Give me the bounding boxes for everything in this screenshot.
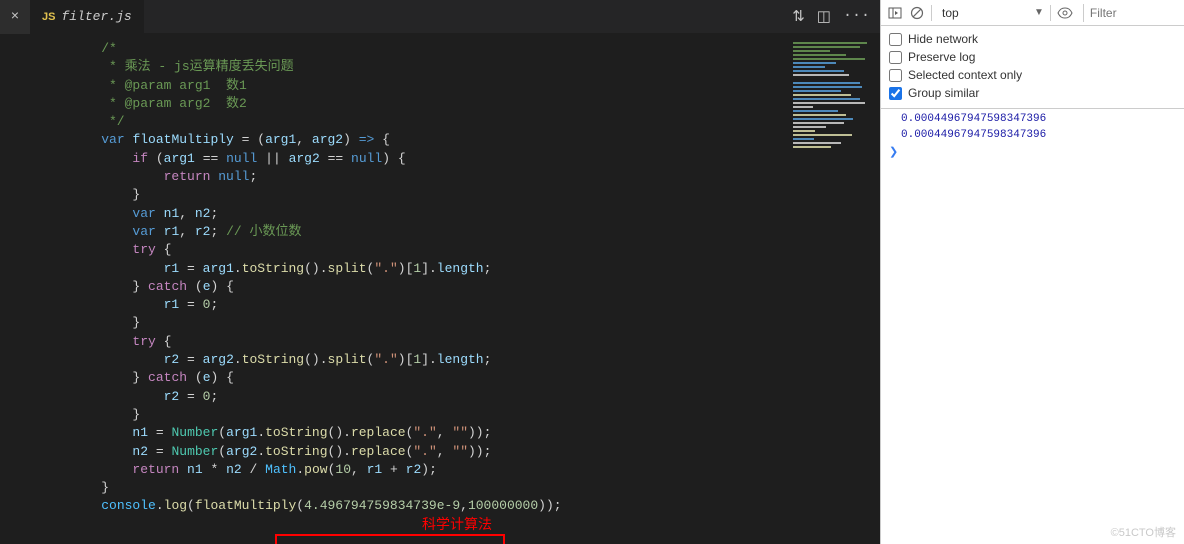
tab-filename: filter.js: [61, 9, 131, 24]
preserve-log-checkbox[interactable]: Preserve log: [885, 48, 1184, 66]
console-output: 0.00044967947598347396: [881, 111, 1184, 127]
live-expression-icon[interactable]: [1057, 5, 1073, 21]
tab-filter-js[interactable]: JS filter.js: [30, 0, 144, 34]
tab-close-button[interactable]: ×: [0, 0, 30, 34]
toggle-sidebar-icon[interactable]: [887, 5, 903, 21]
js-file-icon: JS: [42, 11, 55, 23]
code-editor-panel: × JS filter.js ⇅ ◫ ··· /* * 乘法 - js运算精度丢…: [0, 0, 880, 544]
editor-tab-bar: × JS filter.js ⇅ ◫ ···: [0, 0, 880, 34]
watermark: ©51CTO博客: [1111, 524, 1176, 540]
checkbox-input[interactable]: [889, 33, 902, 46]
checkbox-input[interactable]: [889, 51, 902, 64]
devtools-console-panel: top ▼ Hide network Preserve log Selected…: [880, 0, 1184, 544]
checkbox-input[interactable]: [889, 87, 902, 100]
clear-console-icon[interactable]: [909, 5, 925, 21]
console-log-area[interactable]: 0.00044967947598347396 0.000449679475983…: [881, 109, 1184, 544]
close-icon: ×: [11, 9, 19, 25]
checkbox-label: Group similar: [908, 86, 979, 100]
console-prompt[interactable]: ❯: [881, 143, 1184, 160]
checkbox-label: Selected context only: [908, 68, 1022, 82]
code-content[interactable]: /* * 乘法 - js运算精度丢失问题 * @param arg1 数1 * …: [0, 34, 785, 544]
split-editor-icon[interactable]: ◫: [817, 7, 831, 26]
console-settings: Hide network Preserve log Selected conte…: [881, 26, 1184, 109]
more-actions-icon[interactable]: ···: [843, 7, 870, 26]
group-similar-checkbox[interactable]: Group similar: [885, 84, 1184, 102]
selected-context-only-checkbox[interactable]: Selected context only: [885, 66, 1184, 84]
filter-input[interactable]: [1083, 4, 1184, 22]
checkbox-input[interactable]: [889, 69, 902, 82]
hide-network-checkbox[interactable]: Hide network: [885, 30, 1184, 48]
checkbox-label: Preserve log: [908, 50, 975, 64]
console-output: 0.00044967947598347396: [881, 127, 1184, 143]
chevron-down-icon: ▼: [1034, 7, 1044, 18]
minimap[interactable]: [785, 34, 880, 544]
context-selector[interactable]: top: [938, 6, 1028, 20]
compare-changes-icon[interactable]: ⇅: [792, 7, 805, 26]
console-toolbar: top ▼: [881, 0, 1184, 26]
checkbox-label: Hide network: [908, 32, 978, 46]
